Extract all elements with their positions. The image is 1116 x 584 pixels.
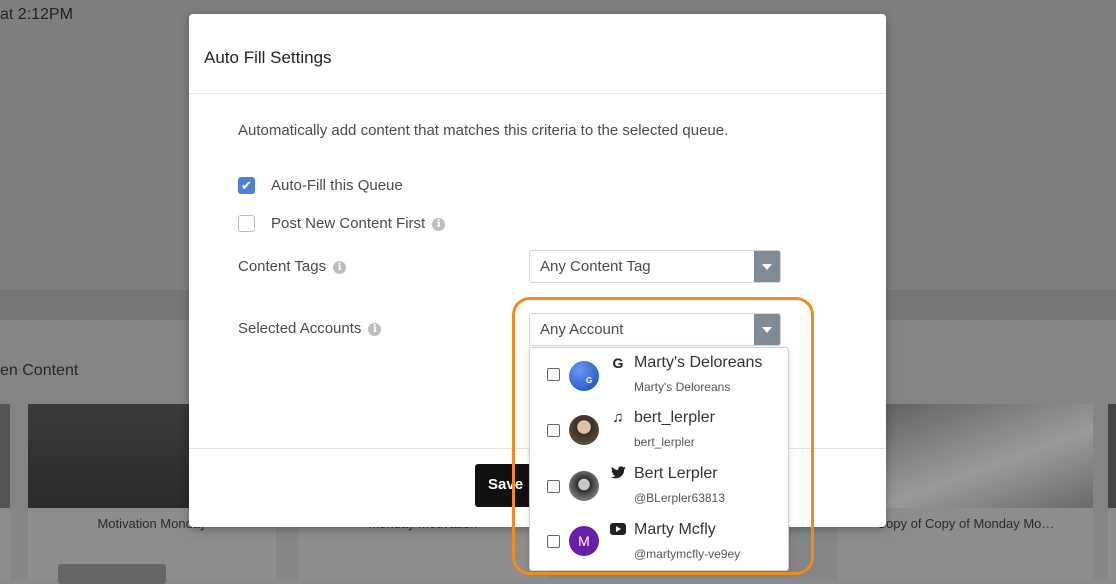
modal-title: Auto Fill Settings <box>204 48 332 67</box>
info-icon[interactable]: i <box>368 323 382 336</box>
section-label: en Content <box>0 362 79 379</box>
post-new-first-label: Post New Content First <box>271 215 426 232</box>
post-new-first-row: Post New Content First i <box>271 215 446 232</box>
selected-accounts-label: Selected Accounts <box>238 320 362 337</box>
card-action-button[interactable] <box>58 564 166 584</box>
autofill-label: Auto-Fill this Queue <box>271 177 403 194</box>
content-tags-select[interactable]: Any Content Tag <box>529 250 781 283</box>
modal-description: Automatically add content that matches t… <box>238 122 729 139</box>
info-icon[interactable]: i <box>333 261 347 274</box>
autofill-checkbox[interactable]: ✔ <box>238 177 255 194</box>
content-card[interactable] <box>0 404 10 579</box>
post-new-first-checkbox[interactable] <box>238 215 255 232</box>
card-image <box>0 404 10 508</box>
content-tags-label: Content Tags <box>238 258 327 275</box>
highlight-annotation <box>512 297 814 575</box>
content-tags-row: Content Tags i <box>238 258 347 275</box>
queue-time-text: at 2:12PM <box>0 6 73 23</box>
modal-header: Auto Fill Settings <box>189 14 886 94</box>
chevron-down-icon[interactable] <box>754 251 780 282</box>
content-tags-value: Any Content Tag <box>540 258 651 275</box>
content-card[interactable] <box>1108 404 1116 579</box>
info-icon[interactable]: i <box>432 218 446 231</box>
card-image <box>1108 404 1116 508</box>
selected-accounts-row: Selected Accounts i <box>238 320 382 337</box>
